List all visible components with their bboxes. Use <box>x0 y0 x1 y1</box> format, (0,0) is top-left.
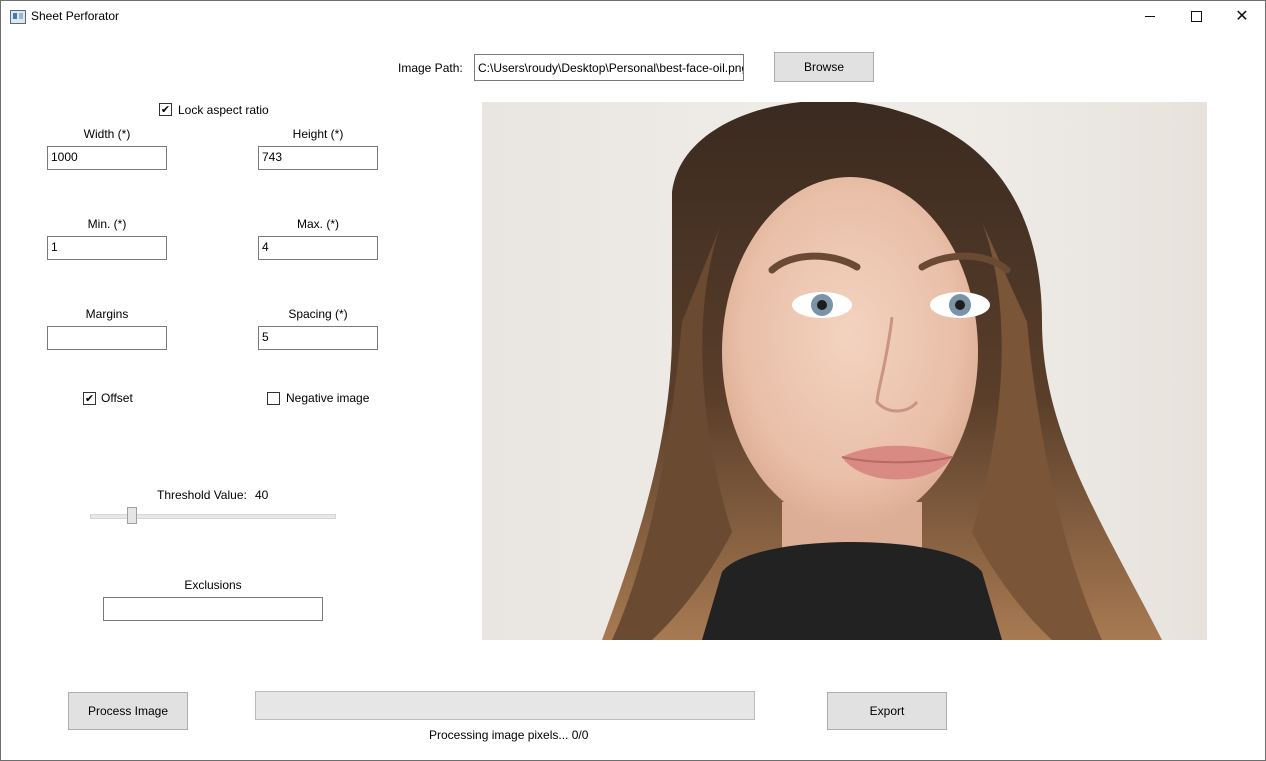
main-window: Sheet Perforator ✕ Image Path: C:\Users\… <box>0 0 1266 761</box>
min-input[interactable]: 1 <box>47 236 167 260</box>
image-path-label: Image Path: <box>398 61 463 75</box>
app-window-icon <box>10 10 26 24</box>
margins-label: Margins <box>85 307 129 321</box>
margins-input[interactable] <box>47 326 167 350</box>
progress-bar <box>255 691 755 720</box>
maximize-button[interactable] <box>1173 1 1219 31</box>
lock-aspect-checkbox[interactable]: ✔ <box>159 103 172 116</box>
title-bar: Sheet Perforator ✕ <box>1 1 1265 31</box>
height-input[interactable]: 743 <box>258 146 378 170</box>
browse-button[interactable]: Browse <box>774 52 874 82</box>
close-icon: ✕ <box>1235 8 1249 25</box>
offset-checkbox[interactable]: ✔ <box>83 392 96 405</box>
spacing-input[interactable]: 5 <box>258 326 378 350</box>
spacing-label: Spacing (*) <box>288 307 348 321</box>
image-preview <box>482 102 1207 640</box>
offset-label: Offset <box>101 391 133 405</box>
status-text: Processing image pixels... 0/0 <box>429 728 589 742</box>
negative-image-label: Negative image <box>286 391 370 405</box>
width-label: Width (*) <box>83 127 131 141</box>
process-image-button[interactable]: Process Image <box>68 692 188 730</box>
max-label: Max. (*) <box>297 217 339 231</box>
close-button[interactable]: ✕ <box>1219 1 1265 31</box>
image-path-input[interactable]: C:\Users\roudy\Desktop\Personal\best-fac… <box>474 54 744 81</box>
window-title: Sheet Perforator <box>31 9 120 23</box>
height-label: Height (*) <box>292 127 344 141</box>
checkmark-icon: ✔ <box>160 103 171 116</box>
min-label: Min. (*) <box>87 217 127 231</box>
minimize-button[interactable] <box>1127 1 1173 31</box>
negative-image-checkbox[interactable] <box>267 392 280 405</box>
checkmark-icon: ✔ <box>84 392 95 405</box>
threshold-label: Threshold Value: <box>157 488 247 502</box>
exclusions-label: Exclusions <box>184 578 242 592</box>
width-input[interactable]: 1000 <box>47 146 167 170</box>
exclusions-input[interactable] <box>103 597 323 621</box>
threshold-value: 40 <box>255 488 269 502</box>
export-button[interactable]: Export <box>827 692 947 730</box>
maximize-icon <box>1190 10 1202 22</box>
minimize-icon <box>1145 15 1155 17</box>
max-input[interactable]: 4 <box>258 236 378 260</box>
portrait-photo <box>602 102 1162 640</box>
lock-aspect-label: Lock aspect ratio <box>178 103 269 117</box>
threshold-slider-thumb[interactable] <box>126 507 137 524</box>
